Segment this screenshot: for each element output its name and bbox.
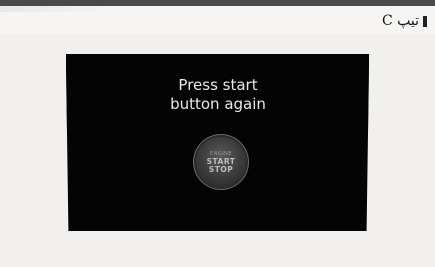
start-button-label-line3: STOP (208, 165, 234, 174)
engine-start-stop-button-icon: ENGINE START STOP (196, 137, 246, 187)
caption-marker-icon (423, 15, 427, 27)
display-message-line1: Press start (178, 76, 258, 94)
display-message-line2: button again (170, 95, 266, 113)
top-divider-fade (0, 6, 110, 12)
caption-text: تیپ C (381, 13, 419, 29)
figure-caption: تیپ C (382, 11, 427, 31)
display-message: Press start button again (120, 76, 316, 114)
